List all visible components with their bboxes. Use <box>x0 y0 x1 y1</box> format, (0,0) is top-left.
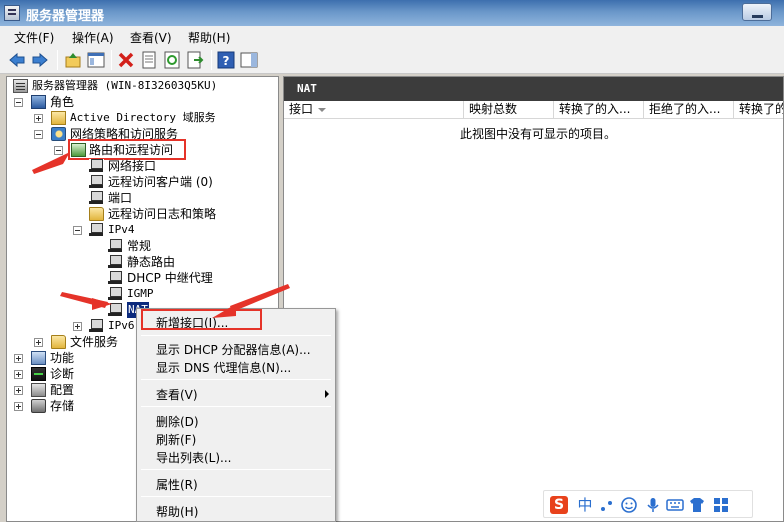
menu-item-delete[interactable]: 删除(D) <box>156 413 199 430</box>
folder-icon <box>51 335 66 349</box>
svg-text:?: ? <box>223 54 230 68</box>
menu-item-show-dhcp[interactable]: 显示 DHCP 分配器信息(A)... <box>156 341 311 358</box>
show-hide-action-pane-icon[interactable] <box>240 51 258 69</box>
network-policy-icon <box>51 127 66 141</box>
submenu-arrow-icon <box>325 390 329 398</box>
menu-action[interactable]: 操作(A) <box>72 29 114 46</box>
computer-icon <box>89 159 104 173</box>
details-pane[interactable]: NAT 接口 映射总数 转换了的入... 拒绝了的入... 转换了的 此视图中没… <box>283 76 784 522</box>
menu-item-view[interactable]: 查看(V) <box>156 386 198 403</box>
emoji-icon[interactable] <box>620 496 638 514</box>
computer-icon <box>89 191 104 205</box>
expand-icon[interactable] <box>73 322 82 331</box>
refresh-icon[interactable] <box>163 51 181 69</box>
help-icon[interactable]: ? <box>217 51 235 69</box>
toolbar: ? <box>0 46 784 74</box>
details-title: NAT <box>297 82 317 95</box>
empty-view-message: 此视图中没有可显示的项目。 <box>460 127 617 141</box>
context-menu: 新增接口(I)... 显示 DHCP 分配器信息(A)... 显示 DNS 代理… <box>136 308 336 522</box>
sogou-logo-icon[interactable]: S <box>550 496 568 514</box>
expand-icon[interactable] <box>34 114 43 123</box>
computer-icon <box>108 303 123 317</box>
expand-icon[interactable] <box>14 354 23 363</box>
computer-icon <box>108 255 123 269</box>
forward-arrow-icon[interactable] <box>31 51 49 69</box>
properties-icon[interactable] <box>140 51 158 69</box>
expand-icon[interactable] <box>14 370 23 379</box>
directory-icon <box>51 111 66 125</box>
window-title: 服务器管理器 <box>26 9 105 24</box>
diagnostics-icon <box>31 367 46 381</box>
collapse-icon[interactable] <box>73 226 82 235</box>
computer-icon <box>108 271 123 285</box>
skin-icon[interactable] <box>688 496 706 514</box>
menu-item-show-dns[interactable]: 显示 DNS 代理信息(N)... <box>156 359 291 376</box>
collapse-icon[interactable] <box>14 98 23 107</box>
computer-icon <box>108 239 123 253</box>
configuration-icon <box>31 383 46 397</box>
collapse-icon[interactable] <box>54 146 63 155</box>
export-list-icon[interactable] <box>186 51 204 69</box>
collapse-icon[interactable] <box>34 130 43 139</box>
menu-bar: 文件(F) 操作(A) 查看(V) 帮助(H) <box>0 26 784 46</box>
minimize-button[interactable] <box>742 3 772 21</box>
ime-toolbar: S 中 <box>543 490 753 518</box>
menu-item-properties[interactable]: 属性(R) <box>156 476 198 493</box>
up-folder-icon[interactable] <box>64 51 82 69</box>
delete-icon[interactable] <box>117 51 135 69</box>
keyboard-icon[interactable] <box>666 496 684 514</box>
details-header: NAT <box>284 77 783 101</box>
menu-item-help[interactable]: 帮助(H) <box>156 503 198 520</box>
column-translated-inbound[interactable]: 转换了的入... <box>554 101 644 119</box>
column-interface[interactable]: 接口 <box>284 101 464 119</box>
column-rejected-inbound[interactable]: 拒绝了的入... <box>644 101 734 119</box>
back-arrow-icon[interactable] <box>8 51 26 69</box>
storage-icon <box>31 399 46 413</box>
ime-language-label[interactable]: 中 <box>576 496 594 514</box>
column-header-row: 接口 映射总数 转换了的入... 拒绝了的入... 转换了的 <box>284 101 783 119</box>
features-icon <box>31 351 46 365</box>
annotation-box-new-interface <box>141 309 262 330</box>
show-hide-tree-icon[interactable] <box>87 51 105 69</box>
toolbox-icon[interactable] <box>712 496 730 514</box>
computer-icon <box>89 223 104 237</box>
menu-item-export-list[interactable]: 导出列表(L)... <box>156 449 232 466</box>
menu-file[interactable]: 文件(F) <box>14 29 54 46</box>
voice-input-icon[interactable] <box>644 496 662 514</box>
expand-icon[interactable] <box>14 386 23 395</box>
roles-icon <box>31 95 46 109</box>
sort-arrow-icon <box>318 107 327 112</box>
menu-view[interactable]: 查看(V) <box>130 29 172 46</box>
computer-icon <box>108 287 123 301</box>
expand-icon[interactable] <box>34 338 43 347</box>
column-translated-outbound[interactable]: 转换了的 <box>734 101 783 119</box>
annotation-box-rras <box>68 139 186 160</box>
title-bar: 服务器管理器 <box>0 0 784 26</box>
expand-icon[interactable] <box>14 402 23 411</box>
server-icon <box>13 79 28 93</box>
punctuation-icon[interactable] <box>598 496 616 514</box>
computer-icon <box>89 175 104 189</box>
server-manager-app-icon <box>4 5 20 21</box>
menu-help[interactable]: 帮助(H) <box>188 29 230 46</box>
folder-icon <box>89 207 104 221</box>
menu-item-refresh[interactable]: 刷新(F) <box>156 431 196 448</box>
computer-icon <box>89 319 104 333</box>
column-total-mappings[interactable]: 映射总数 <box>464 101 554 119</box>
